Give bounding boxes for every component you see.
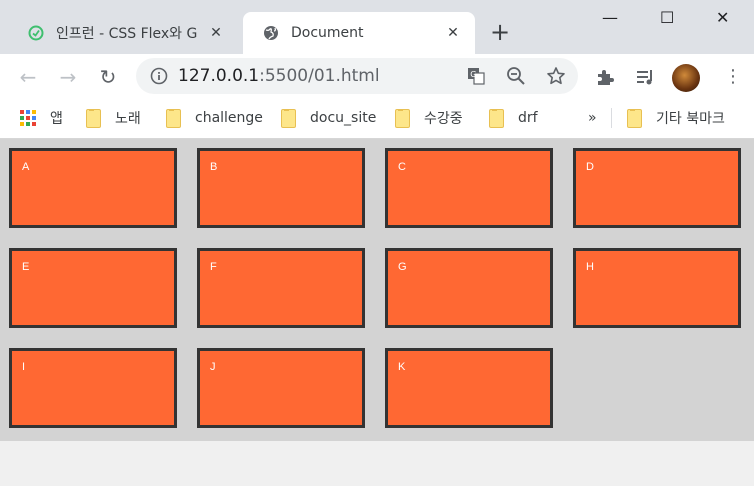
bookmark-folder[interactable]: drf xyxy=(489,108,538,128)
folder-icon xyxy=(627,108,642,128)
bookmark-label: 노래 xyxy=(115,111,141,127)
tab-inflearn[interactable]: 인프런 - CSS Flex와 G ✕ xyxy=(8,12,238,54)
folder-icon xyxy=(281,108,296,128)
inflearn-icon xyxy=(28,25,44,41)
bookmark-folder[interactable]: docu_site xyxy=(281,108,376,128)
item-label: A xyxy=(22,161,30,173)
folder-icon xyxy=(395,108,410,128)
tab-strip: 인프런 - CSS Flex와 G ✕ Document ✕ + — ☐ ✕ xyxy=(0,0,754,54)
item-label: D xyxy=(586,161,594,173)
browser-toolbar: ← → ↻ 127.0.0.1:5500/01.html G xyxy=(0,54,754,100)
reload-icon[interactable]: ↻ xyxy=(97,66,119,88)
maximize-icon[interactable]: ☐ xyxy=(660,8,674,27)
folder-icon xyxy=(489,108,504,128)
overflow-chevron-icon: » xyxy=(588,110,597,126)
item-label: I xyxy=(22,361,26,373)
url-host: 127.0.0.1 xyxy=(178,66,260,86)
new-tab-button[interactable]: + xyxy=(490,20,510,44)
flex-item: A xyxy=(9,148,177,228)
flex-item: G xyxy=(385,248,553,328)
flex-container: A B C D E F G H I J K xyxy=(0,139,754,441)
item-label: E xyxy=(22,261,30,273)
apps-icon xyxy=(20,110,36,126)
media-control-icon[interactable] xyxy=(634,66,656,88)
bookmark-folder[interactable]: 노래 xyxy=(86,108,141,128)
window-close-icon[interactable]: ✕ xyxy=(716,8,729,27)
flex-item: E xyxy=(9,248,177,328)
bookmark-folder[interactable]: 기타 북마크 xyxy=(627,108,725,128)
tab-title: Document xyxy=(291,25,364,41)
star-icon[interactable] xyxy=(546,66,566,86)
url-path: :5500/01.html xyxy=(259,66,380,86)
back-icon[interactable]: ← xyxy=(17,66,39,88)
extensions-icon[interactable] xyxy=(594,66,616,88)
flex-item: C xyxy=(385,148,553,228)
bookmark-label: 수강중 xyxy=(424,111,463,127)
flex-item: I xyxy=(9,348,177,428)
translate-icon[interactable]: G xyxy=(466,66,486,86)
bookmarks-bar: 앱 노래 challenge docu_site 수강중 drf » 기타 북마… xyxy=(0,100,754,139)
folder-icon xyxy=(166,108,181,128)
item-label: C xyxy=(398,161,406,173)
info-icon[interactable] xyxy=(150,67,168,85)
close-icon[interactable]: ✕ xyxy=(206,25,226,41)
item-label: J xyxy=(210,361,216,373)
svg-text:G: G xyxy=(470,70,476,79)
menu-kebab-icon[interactable]: ⋮ xyxy=(722,66,744,88)
item-label: H xyxy=(586,261,594,273)
tab-document[interactable]: Document ✕ xyxy=(243,12,475,54)
bookmarks-overflow-button[interactable]: » xyxy=(588,108,597,128)
bookmark-label: drf xyxy=(518,110,538,126)
zoom-out-icon[interactable] xyxy=(506,66,526,86)
flex-item: F xyxy=(197,248,365,328)
flex-item: H xyxy=(573,248,741,328)
bookmark-label: docu_site xyxy=(310,110,377,126)
item-label: B xyxy=(210,161,218,173)
tab-title: 인프런 - CSS Flex와 G xyxy=(56,26,198,42)
flex-item: D xyxy=(573,148,741,228)
item-label: K xyxy=(398,361,406,373)
flex-item: B xyxy=(197,148,365,228)
bookmark-apps[interactable]: 앱 xyxy=(20,108,63,128)
url-text: 127.0.0.1:5500/01.html xyxy=(178,66,380,86)
minimize-icon[interactable]: — xyxy=(602,8,618,27)
flex-item: K xyxy=(385,348,553,428)
close-icon[interactable]: ✕ xyxy=(443,25,463,41)
address-bar[interactable]: 127.0.0.1:5500/01.html G xyxy=(136,58,578,94)
forward-icon[interactable]: → xyxy=(57,66,79,88)
item-label: F xyxy=(210,261,217,273)
folder-icon xyxy=(86,108,101,128)
divider xyxy=(611,108,612,128)
bookmark-folder[interactable]: 수강중 xyxy=(395,108,463,128)
bookmark-label: challenge xyxy=(195,110,263,126)
profile-avatar[interactable] xyxy=(672,64,700,92)
bookmark-label: 앱 xyxy=(50,111,63,127)
bookmark-folder[interactable]: challenge xyxy=(166,108,263,128)
flex-item: J xyxy=(197,348,365,428)
bookmark-label: 기타 북마크 xyxy=(656,111,725,127)
item-label: G xyxy=(398,261,407,273)
globe-icon xyxy=(264,26,278,40)
